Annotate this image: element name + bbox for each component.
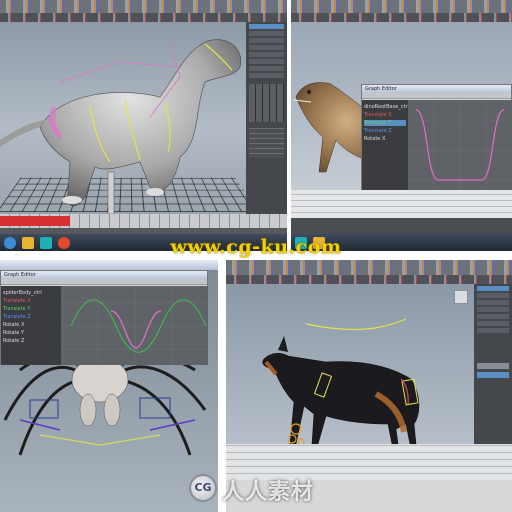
site-watermark: www.cg-ku.com bbox=[170, 236, 342, 258]
list-item[interactable]: Translate Z bbox=[3, 314, 59, 320]
list-item[interactable]: Rotate X bbox=[364, 136, 406, 142]
keyframe-range bbox=[0, 216, 70, 226]
watermark-chinese-text: 人人素材 bbox=[222, 480, 315, 505]
graph-editor-window[interactable]: Graph Editor spiderBody_ctrl Translate X… bbox=[0, 270, 208, 365]
graph-editor-menubar[interactable] bbox=[362, 93, 511, 99]
command-line[interactable] bbox=[291, 218, 512, 234]
list-item[interactable]: Rotate Z bbox=[3, 338, 59, 344]
perspective-viewport[interactable] bbox=[226, 284, 474, 444]
graph-editor-title: Graph Editor bbox=[365, 86, 397, 92]
perspective-viewport[interactable] bbox=[0, 22, 260, 214]
outliner-list[interactable]: dinoRootBase_ctrl Translate X Translate … bbox=[362, 100, 409, 200]
list-item[interactable]: Translate Y bbox=[3, 306, 59, 312]
channel-box[interactable] bbox=[246, 22, 287, 214]
time-slider[interactable] bbox=[291, 190, 512, 218]
list-item[interactable]: Translate Y bbox=[364, 120, 406, 126]
graph-editor-title: Graph Editor bbox=[4, 272, 36, 278]
graph-editor-titlebar[interactable]: Graph Editor bbox=[362, 85, 511, 93]
list-item[interactable]: dinoRootBase_ctrl bbox=[364, 104, 409, 110]
time-slider[interactable] bbox=[0, 214, 287, 228]
watermark-logo: CG bbox=[189, 474, 217, 502]
perspective-viewport[interactable]: Graph Editor dinoRootBase_ctrl Translate… bbox=[291, 22, 512, 200]
maya-shelf-toolbar[interactable] bbox=[291, 0, 512, 22]
perspective-viewport[interactable]: Graph Editor spiderBody_ctrl Translate X… bbox=[0, 270, 218, 512]
list-item[interactable]: Rotate X bbox=[3, 322, 59, 328]
panel-dinosaur-viewport bbox=[0, 0, 287, 251]
channel-box[interactable] bbox=[474, 284, 512, 444]
list-item[interactable]: Translate Z bbox=[364, 128, 406, 134]
dinosaur-model[interactable] bbox=[0, 22, 246, 214]
graph-curve-area[interactable] bbox=[61, 286, 208, 365]
list-item[interactable]: Translate X bbox=[364, 112, 406, 118]
panel-dinosaur-graph-editor: Graph Editor dinoRootBase_ctrl Translate… bbox=[291, 0, 512, 251]
graph-editor-window[interactable]: Graph Editor dinoRootBase_ctrl Translate… bbox=[361, 84, 512, 200]
panel-spider-graph-editor: Graph Editor spiderBody_ctrl Translate X… bbox=[0, 260, 218, 512]
list-item[interactable]: Translate X bbox=[3, 298, 59, 304]
maya-shelf-toolbar[interactable] bbox=[0, 0, 287, 22]
graph-editor-menubar[interactable] bbox=[1, 279, 207, 285]
list-item[interactable]: Rotate Y bbox=[3, 330, 59, 336]
dog-model[interactable] bbox=[226, 284, 474, 444]
graph-editor-titlebar[interactable]: Graph Editor bbox=[1, 271, 207, 279]
window-titlebar[interactable] bbox=[0, 260, 218, 270]
maya-shelf-toolbar[interactable] bbox=[226, 260, 512, 284]
list-item[interactable]: spiderBody_ctrl bbox=[3, 290, 59, 296]
graph-curve-area[interactable] bbox=[408, 100, 512, 200]
outliner-list[interactable]: spiderBody_ctrl Translate X Translate Y … bbox=[1, 286, 61, 365]
